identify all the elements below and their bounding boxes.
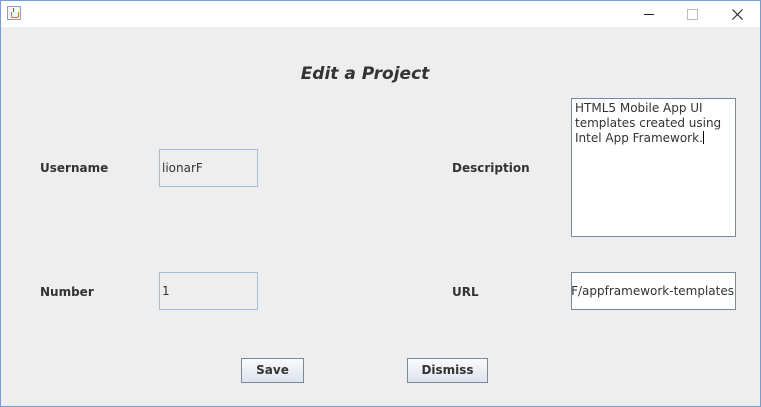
java-cup-icon xyxy=(7,6,21,20)
text-caret xyxy=(702,131,704,144)
url-label: URL xyxy=(452,285,479,299)
description-label: Description xyxy=(452,161,530,175)
dismiss-button[interactable]: Dismiss xyxy=(407,358,488,383)
number-field[interactable]: 1 xyxy=(159,272,258,310)
description-textarea[interactable]: HTML5 Mobile App UI templates created us… xyxy=(571,98,736,237)
close-button[interactable] xyxy=(714,1,760,27)
save-button[interactable]: Save xyxy=(241,358,304,383)
title-bar[interactable] xyxy=(1,1,760,27)
edit-project-window: Edit a Project Username lionarF Number 1… xyxy=(0,0,761,407)
close-icon xyxy=(732,9,743,20)
minimize-button[interactable] xyxy=(626,1,672,27)
maximize-icon xyxy=(687,9,698,20)
page-title: Edit a Project xyxy=(300,64,430,84)
maximize-button[interactable] xyxy=(672,1,718,27)
username-field[interactable]: lionarF xyxy=(159,149,258,187)
description-text: HTML5 Mobile App UI templates created us… xyxy=(575,101,722,145)
username-label: Username xyxy=(40,161,109,175)
minimize-icon xyxy=(644,14,654,15)
url-field[interactable]: rGF/appframework-templates xyxy=(571,272,736,310)
number-label: Number xyxy=(40,285,94,299)
url-text: rGF/appframework-templates xyxy=(571,284,734,298)
